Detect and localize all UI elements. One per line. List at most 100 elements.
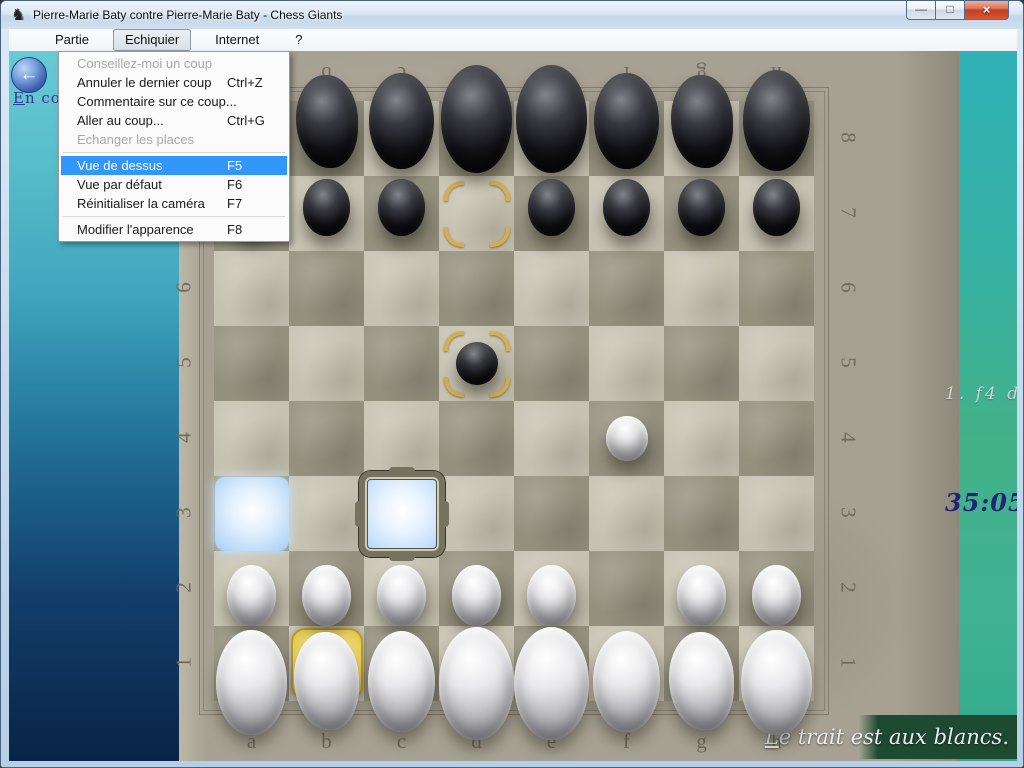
square-f3[interactable] <box>589 476 664 551</box>
black-pawn-f7[interactable] <box>603 179 649 235</box>
menu-item-aller-au-coup[interactable]: Aller au coup...Ctrl+G <box>61 111 287 130</box>
square-b6[interactable] <box>289 251 364 326</box>
square-a5[interactable] <box>214 326 289 401</box>
gold-corner-icon <box>444 331 464 351</box>
hovered-move-square-c3[interactable] <box>359 471 445 557</box>
gold-corner-icon <box>444 227 464 247</box>
rank-label-right-5: 5 <box>836 348 861 378</box>
square-g6[interactable] <box>664 251 739 326</box>
square-d3[interactable] <box>439 476 514 551</box>
square-h4[interactable] <box>739 401 814 476</box>
game-clock: 35:05 <box>945 488 1017 517</box>
menu-item-echanger-les-places: Echanger les places <box>61 130 287 149</box>
black-pawn-g7[interactable] <box>678 179 724 235</box>
black-pawn-c7[interactable] <box>378 179 424 235</box>
square-f2[interactable] <box>589 551 664 626</box>
maximize-button[interactable]: □ <box>935 1 964 20</box>
menu-item-shortcut: Ctrl+G <box>227 111 279 130</box>
square-f5[interactable] <box>589 326 664 401</box>
white-bishop-c1[interactable] <box>368 631 436 732</box>
white-knight-b1[interactable] <box>294 632 359 730</box>
white-pawn-e2[interactable] <box>527 565 575 625</box>
white-pawn-g2[interactable] <box>677 565 725 625</box>
black-bishop-f8[interactable] <box>594 73 658 170</box>
menu-item-shortcut: F5 <box>227 156 279 175</box>
white-pawn-c2[interactable] <box>377 565 425 625</box>
rank-label-left-3: 3 <box>172 498 197 528</box>
menu-item-label: Modifier l'apparence <box>77 220 227 239</box>
app-chess-icon: ♞ <box>11 5 25 25</box>
square-f6[interactable] <box>589 251 664 326</box>
black-king-e8[interactable] <box>516 65 588 173</box>
rank-label-left-6: 6 <box>172 273 197 303</box>
square-e3[interactable] <box>514 476 589 551</box>
menu-item-shortcut: F7 <box>227 194 279 213</box>
black-pawn-d5[interactable] <box>456 342 498 385</box>
white-rook-h1[interactable] <box>741 630 811 735</box>
file-label-bottom-f: f <box>589 729 664 754</box>
file-label-bottom-c: c <box>364 729 439 754</box>
white-king-e1[interactable] <box>514 627 589 740</box>
white-pawn-h2[interactable] <box>752 565 800 625</box>
black-queen-d8[interactable] <box>441 65 513 173</box>
title-bar[interactable]: ♞ Pierre-Marie Baty contre Pierre-Marie … <box>1 1 1023 29</box>
white-pawn-f4[interactable] <box>606 416 648 460</box>
square-h6[interactable] <box>739 251 814 326</box>
white-bishop-f1[interactable] <box>593 631 661 732</box>
white-rook-a1[interactable] <box>216 630 286 735</box>
square-c4[interactable] <box>364 401 439 476</box>
square-h3[interactable] <box>739 476 814 551</box>
gold-corner-icon <box>490 181 510 201</box>
square-g5[interactable] <box>664 326 739 401</box>
menubar-item-echiquier[interactable]: Echiquier <box>113 29 191 51</box>
rank-label-right-6: 6 <box>836 273 861 303</box>
menu-item-commentaire-sur-ce-coup[interactable]: Commentaire sur ce coup... <box>61 92 287 111</box>
minimize-button[interactable]: — <box>906 1 935 20</box>
menu-item-shortcut <box>237 92 279 111</box>
close-button[interactable]: × <box>964 1 1009 20</box>
square-a4[interactable] <box>214 401 289 476</box>
back-button[interactable]: ← <box>11 57 47 93</box>
square-c5[interactable] <box>364 326 439 401</box>
file-label-bottom-b: b <box>289 729 364 754</box>
square-c6[interactable] <box>364 251 439 326</box>
menubar-item-partie[interactable]: Partie <box>43 29 101 51</box>
menu-item-modifier-l-apparence[interactable]: Modifier l'apparenceF8 <box>61 220 287 239</box>
square-e5[interactable] <box>514 326 589 401</box>
square-b3[interactable] <box>289 476 364 551</box>
rank-label-left-1: 1 <box>172 648 197 678</box>
square-d6[interactable] <box>439 251 514 326</box>
menu-item-vue-par-defaut[interactable]: Vue par défautF6 <box>61 175 287 194</box>
black-rook-h8[interactable] <box>743 70 810 170</box>
menubar-item-item[interactable]: ? <box>283 29 314 51</box>
move-list: 1. f4 d5 <box>945 384 1017 404</box>
white-pawn-a2[interactable] <box>227 565 275 625</box>
square-b4[interactable] <box>289 401 364 476</box>
black-pawn-h7[interactable] <box>753 179 799 235</box>
white-knight-g1[interactable] <box>669 632 734 730</box>
black-pawn-e7[interactable] <box>528 179 574 235</box>
square-g4[interactable] <box>664 401 739 476</box>
square-b5[interactable] <box>289 326 364 401</box>
gold-corner-icon <box>490 377 510 397</box>
square-a6[interactable] <box>214 251 289 326</box>
menu-item-reinitialiser-la-camera[interactable]: Réinitialiser la caméraF7 <box>61 194 287 213</box>
menu-separator <box>63 216 285 217</box>
window-title: Pierre-Marie Baty contre Pierre-Marie Ba… <box>33 8 342 22</box>
menu-item-label: Vue de dessus <box>77 156 227 175</box>
black-pawn-b7[interactable] <box>303 179 349 235</box>
menu-item-vue-de-dessus[interactable]: Vue de dessusF5 <box>61 156 287 175</box>
white-queen-d1[interactable] <box>439 627 514 740</box>
white-pawn-d2[interactable] <box>452 565 500 625</box>
square-e4[interactable] <box>514 401 589 476</box>
black-bishop-c8[interactable] <box>369 73 433 170</box>
white-pawn-b2[interactable] <box>302 565 350 625</box>
square-g3[interactable] <box>664 476 739 551</box>
legal-move-square-a3[interactable] <box>215 477 289 551</box>
square-h5[interactable] <box>739 326 814 401</box>
rank-label-right-7: 7 <box>836 198 861 228</box>
menu-item-annuler-le-dernier-coup[interactable]: Annuler le dernier coupCtrl+Z <box>61 73 287 92</box>
menubar-item-internet[interactable]: Internet <box>203 29 271 51</box>
square-d4[interactable] <box>439 401 514 476</box>
square-e6[interactable] <box>514 251 589 326</box>
